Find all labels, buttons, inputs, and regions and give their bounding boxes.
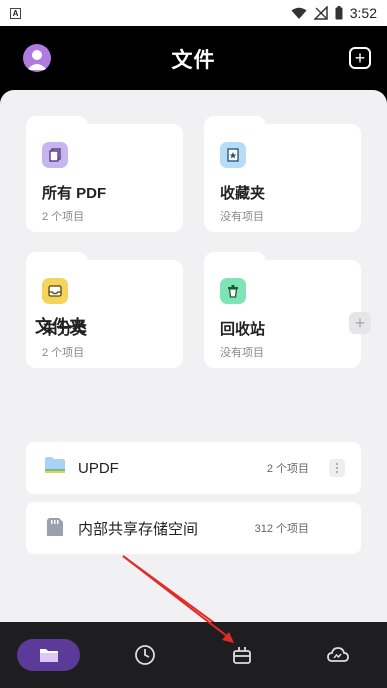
nav-files[interactable] — [17, 639, 80, 671]
clock: 3:52 — [349, 5, 377, 21]
toolbox-icon — [233, 647, 251, 664]
plus-icon: + — [354, 48, 366, 68]
notification-a-icon: A — [10, 7, 21, 19]
cloud-icon — [327, 647, 349, 662]
battery-icon — [335, 6, 343, 20]
status-bar: A 3:52 — [0, 0, 387, 26]
bottom-navigation — [0, 622, 387, 688]
page-title: 文件 — [171, 49, 216, 72]
clock-icon — [135, 645, 155, 665]
main-content: 所有 PDF 2 个项目 收藏夹 没有项目 未分类 2 个项目 回收站 没有项目… — [0, 90, 387, 622]
folder-icon — [39, 649, 58, 662]
nav-recent[interactable] — [128, 639, 162, 671]
avatar[interactable] — [23, 44, 51, 72]
add-button[interactable]: + — [349, 47, 371, 69]
red-arrow-annotation — [122, 555, 215, 622]
nav-tools[interactable] — [225, 639, 259, 671]
signal-off-icon — [313, 6, 328, 20]
nav-cloud[interactable] — [321, 639, 355, 671]
app-bar: 文件 + — [0, 26, 387, 92]
wifi-icon — [291, 7, 307, 19]
